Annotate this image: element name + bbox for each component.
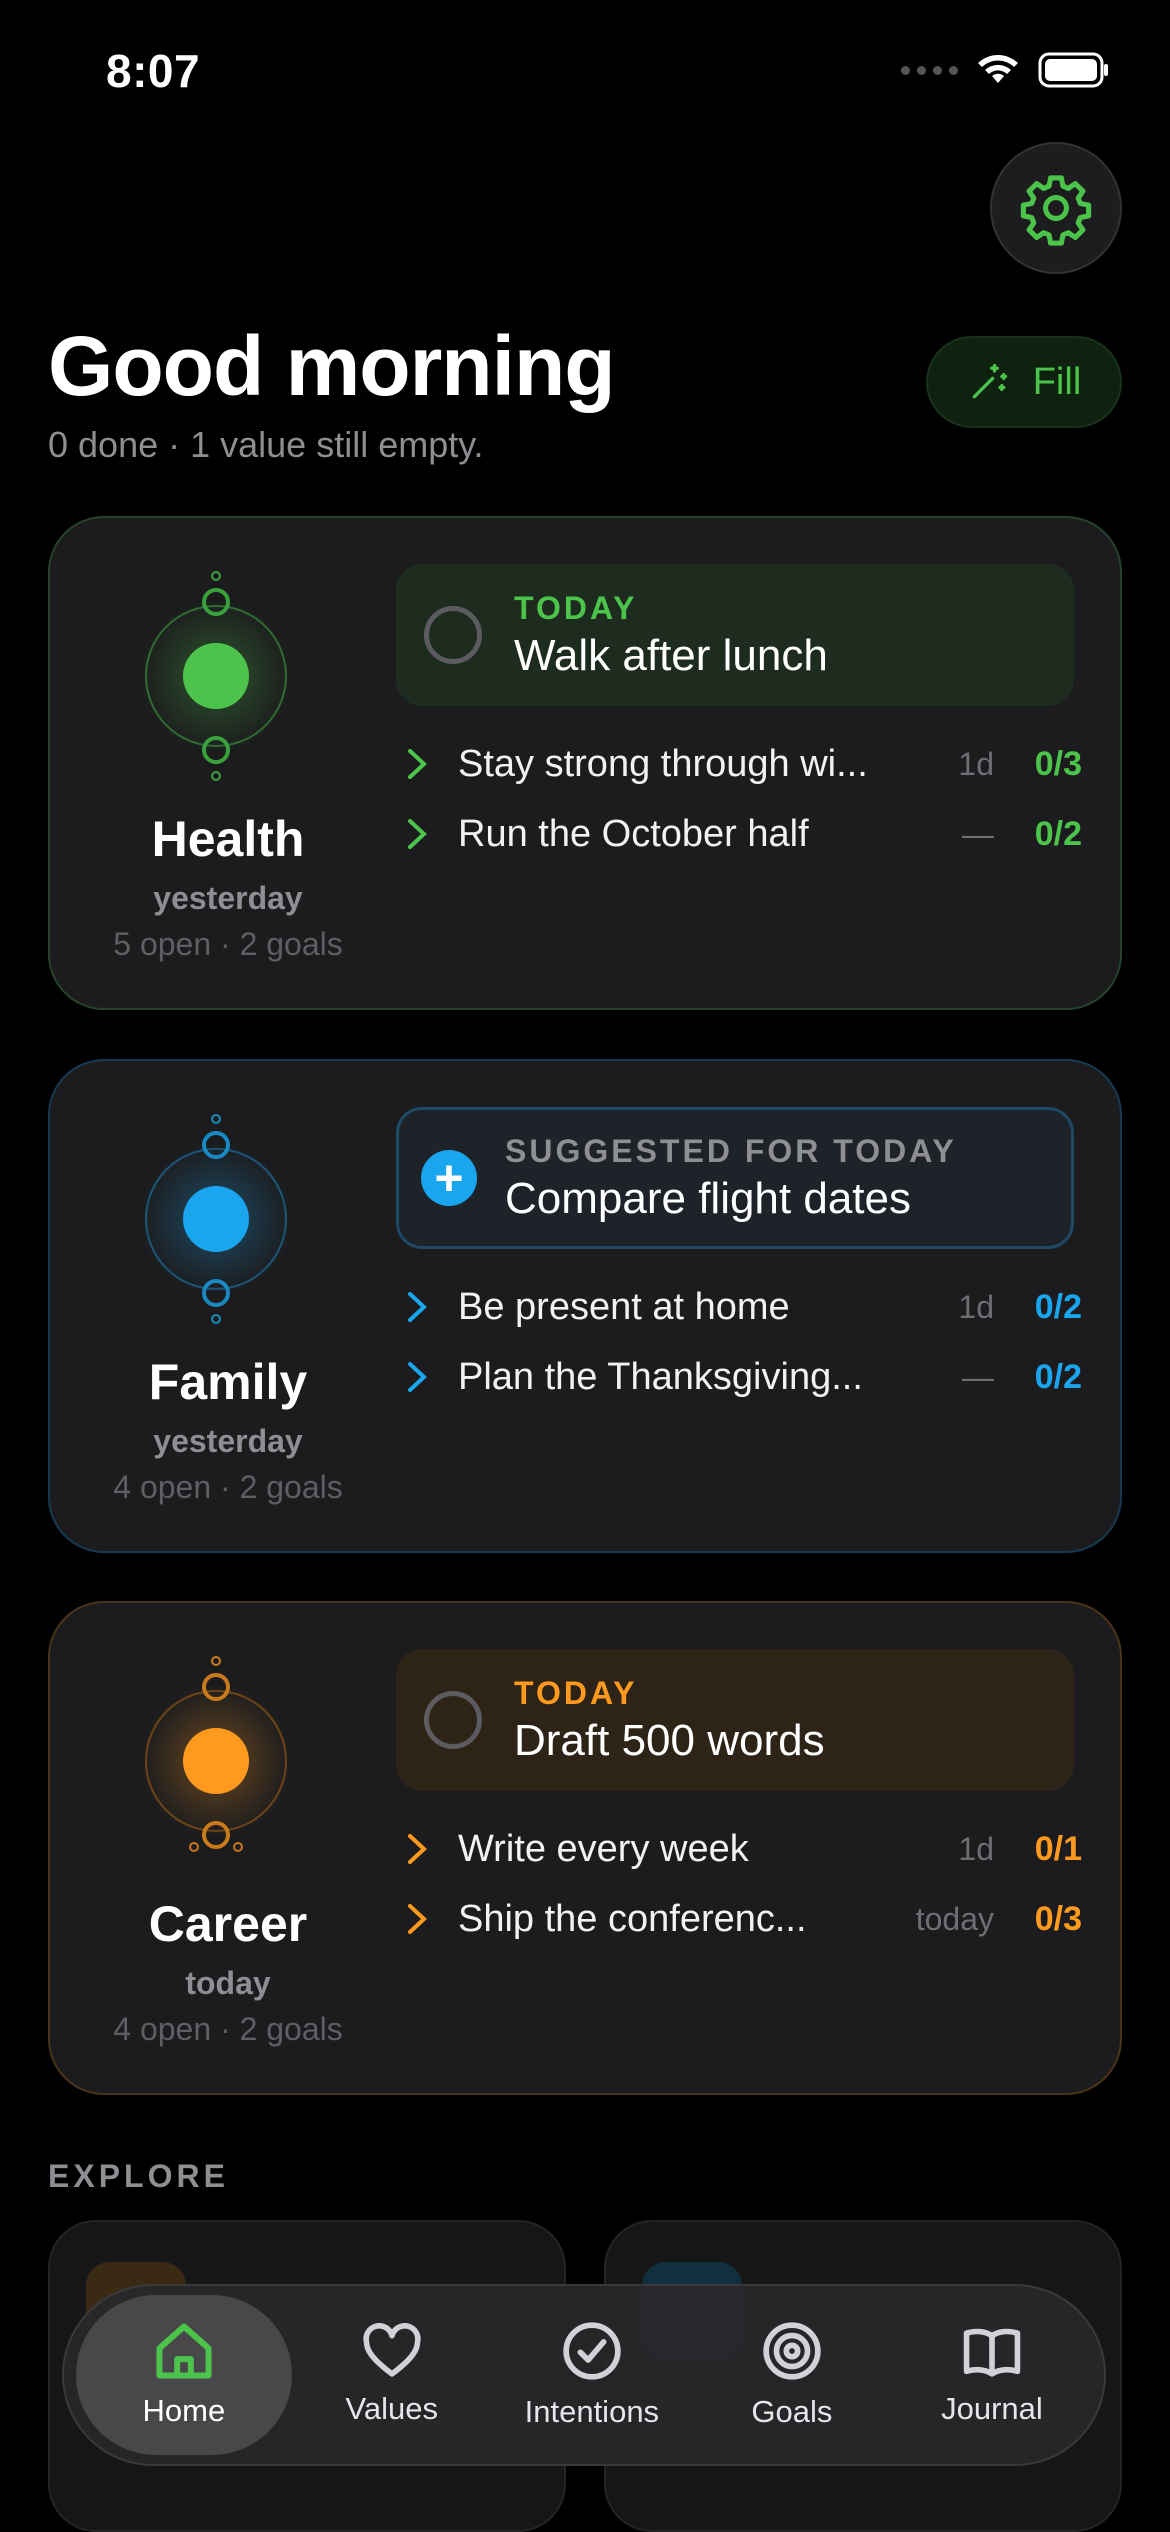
value-name: Career [148,1896,308,1952]
value-card-health[interactable]: Health yesterday 5 open · 2 goals TODAY … [48,516,1122,1010]
tab-label: Intentions [524,2394,660,2429]
value-stats: 4 open · 2 goals [113,1469,343,1505]
tab-intentions[interactable]: Intentions [492,2295,692,2455]
goal-row[interactable]: Ship the conferenc... today 0/3 [396,1889,1082,1949]
tab-home[interactable]: Home [76,2295,292,2455]
goal-progress: 0/3 [1034,1899,1082,1938]
goal-row[interactable]: Write every week 1d 0/1 [396,1819,1082,1879]
goal-row[interactable]: Be present at home 1d 0/2 [396,1277,1082,1337]
goal-title: Plan the Thanksgiving... [458,1355,863,1398]
chevron-right-icon [396,1290,438,1324]
cellular-signal-icon [901,65,958,75]
page-title: Good morning [48,319,616,413]
goal-row[interactable]: Stay strong through wi... 1d 0/3 [396,734,1082,794]
goal-age: today [915,1900,994,1937]
fill-button-label: Fill [1032,360,1082,403]
intention-kicker: TODAY [514,1674,638,1711]
home-icon [156,2323,212,2379]
tab-goals[interactable]: Goals [692,2295,892,2455]
wifi-icon [978,55,1018,83]
today-intention[interactable]: TODAY Draft 500 words [396,1649,1074,1791]
complete-checkbox[interactable] [424,1691,482,1749]
goal-age: 1d [958,1288,994,1325]
goal-progress: 0/2 [1034,1357,1082,1396]
goal-age: — [962,815,994,852]
value-last-active: today [185,1965,271,2001]
target-icon [763,2322,821,2380]
battery-icon [1038,52,1108,88]
goal-row[interactable]: Plan the Thanksgiving... — 0/2 [396,1347,1082,1407]
goal-progress: 0/3 [1034,744,1082,783]
status-icons [901,52,1110,88]
value-stats: 5 open · 2 goals [113,926,343,962]
goal-age: — [962,1358,994,1395]
goal-progress: 0/2 [1034,1287,1082,1326]
intention-kicker: TODAY [514,589,638,626]
tab-label: Values [345,2391,439,2426]
health-orb [136,566,296,786]
value-card-career[interactable]: Career today 4 open · 2 goals TODAY Draf… [48,1601,1122,2095]
tab-label: Journal [941,2391,1043,2426]
chevron-right-icon [396,747,438,781]
goal-title: Run the October half [458,812,809,855]
check-circle-icon [563,2322,621,2380]
goal-progress: 0/2 [1034,814,1082,853]
intention-title: Draft 500 words [514,1715,825,1765]
magic-wand-icon [972,363,1007,399]
add-intention-icon[interactable]: + [421,1150,477,1206]
tab-bar: Home Values Intentions Goals Journal [62,2284,1106,2466]
goal-age: 1d [958,745,994,782]
intention-title: Compare flight dates [505,1173,911,1223]
goal-row[interactable]: Run the October half — 0/2 [396,804,1082,864]
value-name: Health [151,811,305,867]
today-intention[interactable]: TODAY Walk after lunch [396,564,1074,706]
intention-kicker: SUGGESTED FOR TODAY [505,1132,957,1169]
chevron-right-icon [396,1902,438,1936]
value-name: Family [148,1354,308,1410]
tab-label: Home [142,2393,226,2428]
chevron-right-icon [396,1360,438,1394]
value-card-family[interactable]: Family yesterday 4 open · 2 goals + SUGG… [48,1059,1122,1553]
home-screen: 8:07 Good morning 0 done · 1 value still… [0,0,1170,2532]
value-last-active: yesterday [153,880,303,916]
chevron-right-icon [396,817,438,851]
book-icon [963,2328,1021,2377]
goal-title: Stay strong through wi... [458,742,868,785]
goal-title: Ship the conferenc... [458,1897,807,1940]
suggested-intention[interactable]: + SUGGESTED FOR TODAY Compare flight dat… [396,1107,1074,1249]
explore-section-label: EXPLORE [48,2158,229,2194]
career-orb [136,1651,296,1871]
daily-summary: 0 done · 1 value still empty. [48,424,484,465]
tab-journal[interactable]: Journal [892,2295,1092,2455]
status-time: 8:07 [106,45,201,97]
chevron-right-icon [396,1832,438,1866]
goal-age: 1d [958,1830,994,1867]
fill-button[interactable]: Fill [926,336,1122,428]
value-last-active: yesterday [153,1423,303,1459]
family-orb [136,1109,296,1329]
settings-button[interactable] [990,142,1122,274]
intention-title: Walk after lunch [514,630,828,680]
tab-label: Goals [751,2394,833,2429]
complete-checkbox[interactable] [424,606,482,664]
tab-values[interactable]: Values [292,2295,492,2455]
goal-progress: 0/1 [1034,1829,1082,1868]
goal-title: Write every week [458,1827,749,1870]
goal-title: Be present at home [458,1285,790,1328]
gear-icon [1020,175,1092,246]
value-stats: 4 open · 2 goals [113,2011,343,2047]
heart-icon [363,2323,421,2377]
